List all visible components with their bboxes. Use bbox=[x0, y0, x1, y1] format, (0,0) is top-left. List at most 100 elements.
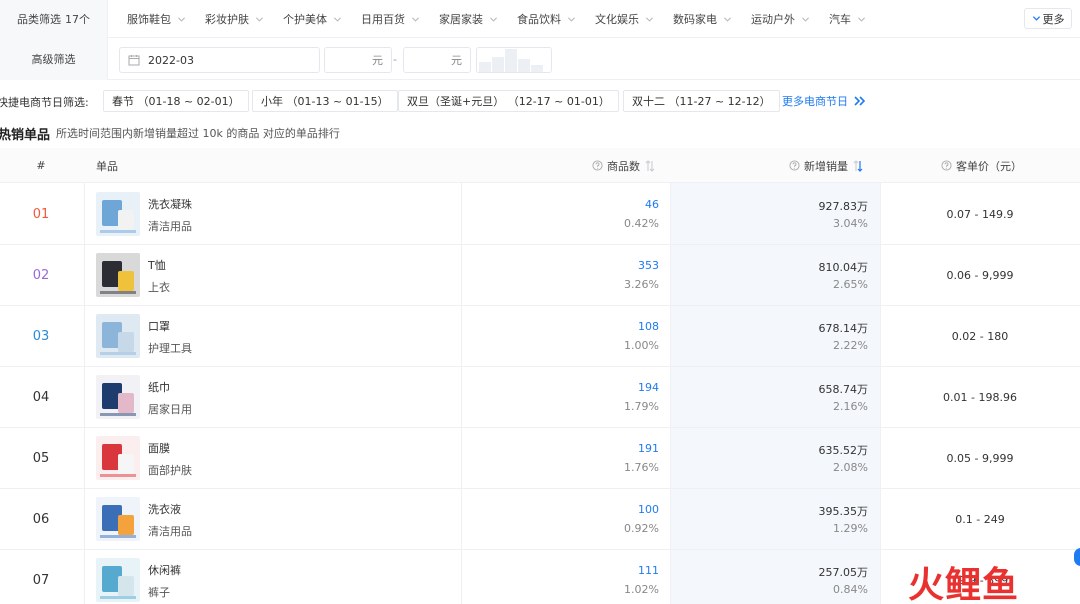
section-header: 热销单品 所选时间范围内新增销量超过 10k 的商品 对应的单品排行 bbox=[0, 122, 340, 144]
sales-value: 927.83万 bbox=[818, 200, 869, 213]
product-name[interactable]: 口罩 bbox=[148, 318, 170, 334]
histogram-icon bbox=[479, 49, 543, 72]
product-count[interactable]: 100 bbox=[638, 503, 659, 516]
sales-percent: 0.84% bbox=[833, 583, 868, 596]
header-sales[interactable]: 新增销量 bbox=[789, 148, 863, 183]
header-sales-label: 新增销量 bbox=[804, 159, 848, 173]
date-picker[interactable]: 2022-03 bbox=[119, 47, 320, 73]
category-item[interactable]: 服饰鞋包 bbox=[127, 11, 186, 27]
unit-price-range: 0.07 - 149.9 bbox=[946, 207, 1014, 221]
date-value: 2022-03 bbox=[148, 53, 194, 67]
rank-number: 07 bbox=[32, 572, 50, 588]
chevron-down-icon bbox=[411, 15, 420, 24]
chevron-down-icon bbox=[177, 15, 186, 24]
table-row[interactable]: 04 纸巾 居家日用 194 1.79% 658.74万 2.16% 0.01 - 198.9… bbox=[0, 367, 1080, 428]
table-row[interactable]: 06 洗衣液 清洁用品 100 0.92% 395.35万 1.29% 0.1 - 249 bbox=[0, 489, 1080, 550]
sales-percent: 3.04% bbox=[833, 217, 868, 230]
price-max-input[interactable]: 元 bbox=[403, 47, 471, 73]
festival-chip-spring[interactable]: 春节 （01-18 ~ 02-01） bbox=[103, 90, 249, 112]
product-thumbnail[interactable] bbox=[96, 253, 140, 297]
product-name[interactable]: 休闲裤 bbox=[148, 562, 181, 578]
category-item[interactable]: 家居家装 bbox=[439, 11, 498, 27]
category-item-label: 数码家电 bbox=[673, 13, 717, 26]
product-count[interactable]: 353 bbox=[638, 259, 659, 272]
section-description: 所选时间范围内新增销量超过 10k 的商品 对应的单品排行 bbox=[56, 127, 340, 140]
product-category: 上衣 bbox=[148, 281, 170, 294]
category-item[interactable]: 食品饮料 bbox=[517, 11, 576, 27]
category-item[interactable]: 彩妆护肤 bbox=[205, 11, 264, 27]
product-count[interactable]: 108 bbox=[638, 320, 659, 333]
category-item-label: 服饰鞋包 bbox=[127, 13, 171, 26]
header-count-label: 商品数 bbox=[607, 159, 640, 173]
category-item[interactable]: 文化娱乐 bbox=[595, 11, 654, 27]
table-header: # 单品 商品数 新增销量 客单价（元） bbox=[0, 148, 1080, 183]
question-icon[interactable] bbox=[592, 160, 603, 171]
category-item[interactable]: 个护美体 bbox=[283, 11, 342, 27]
table-row[interactable]: 03 口罩 护理工具 108 1.00% 678.14万 2.22% 0.02 - 180 bbox=[0, 306, 1080, 367]
header-price: 客单价（元） bbox=[941, 148, 1022, 183]
product-name[interactable]: 洗衣液 bbox=[148, 501, 181, 517]
category-item-label: 日用百货 bbox=[361, 13, 405, 26]
price-histogram-slider[interactable] bbox=[476, 47, 552, 73]
more-categories-button[interactable]: 更多 bbox=[1024, 8, 1072, 29]
festival-filter-row: 快捷电商节日筛选: 春节 （01-18 ~ 02-01） 小年 （01-13 ~… bbox=[0, 80, 1080, 122]
table-row[interactable]: 05 面膜 面部护肤 191 1.76% 635.52万 2.08% 0.05 - 9,999 bbox=[0, 428, 1080, 489]
table-row[interactable]: 02 T恤 上衣 353 3.26% 810.04万 2.65% 0.06 - 9,999 bbox=[0, 245, 1080, 306]
category-item[interactable]: 汽车 bbox=[829, 11, 866, 27]
product-thumbnail[interactable] bbox=[96, 436, 140, 480]
category-filter-title: 品类筛选 bbox=[17, 13, 61, 26]
sales-percent: 2.16% bbox=[833, 400, 868, 413]
sales-value: 658.74万 bbox=[818, 383, 869, 396]
bestseller-table: # 单品 商品数 新增销量 客单价（元） 01 洗衣凝珠 清洁用品 46 0.42% 92… bbox=[0, 148, 1080, 602]
double-chevron-right-icon bbox=[854, 96, 866, 106]
product-name[interactable]: 纸巾 bbox=[148, 379, 170, 395]
price-min-input[interactable]: 元 bbox=[324, 47, 392, 73]
sort-desc-icon[interactable] bbox=[853, 159, 863, 172]
floating-help-button[interactable] bbox=[1074, 548, 1080, 566]
product-count[interactable]: 111 bbox=[638, 564, 659, 577]
unit-price-range: 0.02 - 180 bbox=[951, 329, 1009, 343]
festival-chip-xiaonian[interactable]: 小年 （01-13 ~ 01-15） bbox=[252, 90, 398, 112]
product-thumbnail[interactable] bbox=[96, 314, 140, 358]
product-category: 居家日用 bbox=[148, 403, 192, 416]
product-name[interactable]: 面膜 bbox=[148, 440, 170, 456]
product-name[interactable]: T恤 bbox=[148, 257, 166, 273]
chevron-down-icon bbox=[723, 15, 732, 24]
category-item-label: 食品饮料 bbox=[517, 13, 561, 26]
more-festivals-label: 更多电商节日 bbox=[782, 95, 848, 108]
category-item[interactable]: 日用百货 bbox=[361, 11, 420, 27]
product-count[interactable]: 46 bbox=[645, 198, 659, 211]
advanced-filter-row: 高级筛选 2022-03 元 - 元 bbox=[0, 38, 1080, 80]
question-icon[interactable] bbox=[789, 160, 800, 171]
rank-number: 06 bbox=[32, 511, 50, 527]
product-count-percent: 1.79% bbox=[624, 400, 659, 413]
category-filter-count: 17个 bbox=[65, 13, 90, 26]
product-count[interactable]: 194 bbox=[638, 381, 659, 394]
rank-number: 04 bbox=[32, 389, 50, 405]
product-count[interactable]: 191 bbox=[638, 442, 659, 455]
product-name[interactable]: 洗衣凝珠 bbox=[148, 196, 192, 212]
festival-chip-double12[interactable]: 双十二 （11-27 ~ 12-12） bbox=[623, 90, 780, 112]
product-thumbnail[interactable] bbox=[96, 497, 140, 541]
header-count[interactable]: 商品数 bbox=[592, 148, 655, 183]
festival-chip-christmas-newyear[interactable]: 双旦（圣诞+元旦） （12-17 ~ 01-01） bbox=[398, 90, 619, 112]
price-max-unit: 元 bbox=[451, 54, 462, 67]
category-item[interactable]: 数码家电 bbox=[673, 11, 732, 27]
question-icon[interactable] bbox=[941, 160, 952, 171]
product-count-percent: 1.76% bbox=[624, 461, 659, 474]
table-row[interactable]: 01 洗衣凝珠 清洁用品 46 0.42% 927.83万 3.04% 0.07 - 149.… bbox=[0, 184, 1080, 245]
price-min-unit: 元 bbox=[372, 54, 383, 67]
sort-icon[interactable] bbox=[645, 159, 655, 172]
calendar-icon bbox=[128, 54, 140, 66]
watermark-logo: 火鲤鱼 bbox=[908, 565, 1020, 604]
sales-percent: 2.65% bbox=[833, 278, 868, 291]
product-thumbnail[interactable] bbox=[96, 192, 140, 236]
product-category: 护理工具 bbox=[148, 342, 192, 355]
product-thumbnail[interactable] bbox=[96, 558, 140, 602]
category-item[interactable]: 运动户外 bbox=[751, 11, 810, 27]
festival-filter-label: 快捷电商节日筛选: bbox=[0, 96, 89, 109]
product-thumbnail[interactable] bbox=[96, 375, 140, 419]
more-festivals-link[interactable]: 更多电商节日 bbox=[782, 93, 866, 109]
product-category: 裤子 bbox=[148, 586, 170, 599]
header-product: 单品 bbox=[96, 159, 118, 173]
